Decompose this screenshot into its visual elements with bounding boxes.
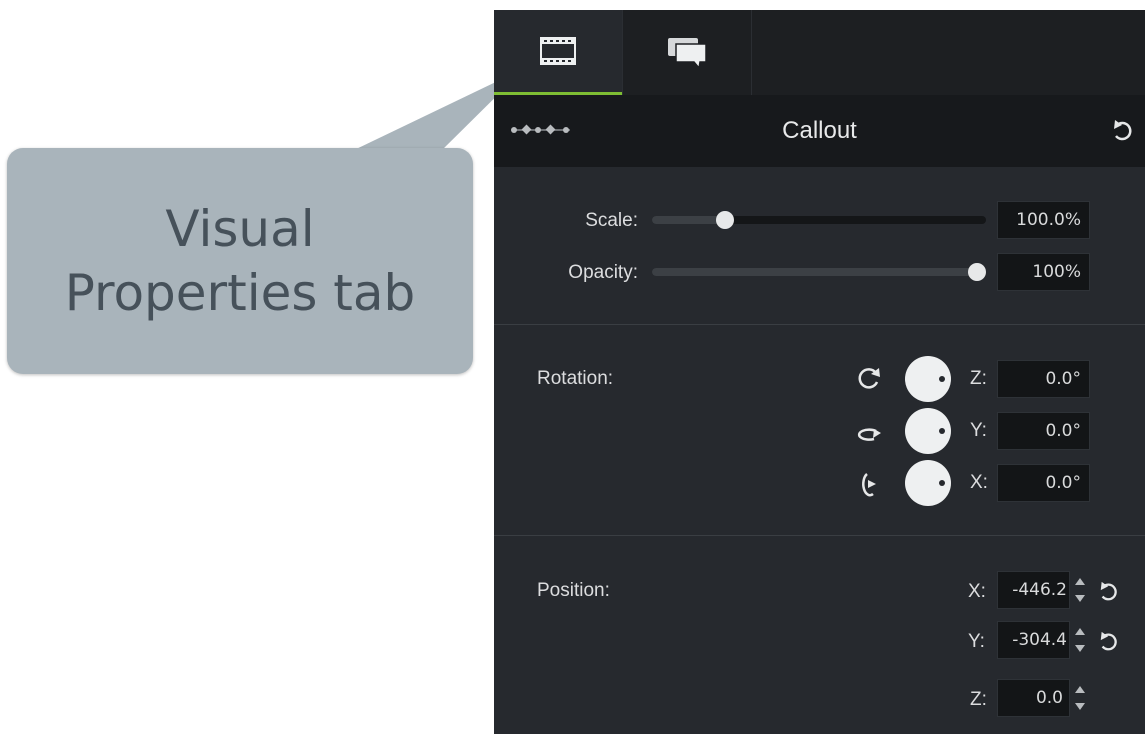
properties-title: Callout (782, 117, 857, 144)
scale-slider-thumb[interactable] (716, 211, 734, 229)
position-x-field[interactable]: -446.2 (997, 571, 1070, 609)
rotation-y-knob[interactable] (905, 408, 951, 454)
position-z-stepper[interactable] (1074, 679, 1086, 717)
opacity-slider-thumb[interactable] (968, 263, 986, 281)
scale-slider-fill (652, 216, 724, 224)
divider (494, 324, 1145, 325)
rotation-y-field[interactable]: 0.0° (997, 412, 1090, 450)
film-strip-icon (540, 37, 576, 65)
position-y-stepper[interactable] (1074, 621, 1086, 659)
rotation-z-label: Z: (970, 368, 987, 389)
opacity-field[interactable]: 100% (997, 253, 1090, 291)
position-y-label: Y: (968, 631, 985, 652)
rotation-label: Rotation: (537, 368, 614, 389)
rotate-y-icon (857, 428, 881, 441)
opacity-label: Opacity: (568, 262, 638, 283)
speech-bubble-icon (668, 37, 707, 70)
rotate-x-icon (862, 473, 876, 497)
properties-header: Callout (494, 95, 1145, 167)
callout-line-1: Visual (165, 200, 315, 258)
rotation-z-field[interactable]: 0.0° (997, 360, 1090, 398)
properties-panel: Callout Scale: 100.0% Opacity: 100% Rota… (494, 10, 1145, 734)
scale-label: Scale: (585, 210, 638, 231)
position-label: Position: (537, 580, 610, 601)
tab-bar (494, 10, 1145, 95)
rotation-x-knob[interactable] (905, 460, 951, 506)
opacity-slider-fill (652, 268, 976, 276)
position-x-stepper[interactable] (1074, 571, 1086, 609)
position-z-field[interactable]: 0.0 (997, 679, 1070, 717)
callout-text: Visual Properties tab (7, 148, 473, 374)
rotate-z-icon (858, 368, 880, 389)
position-x-reset-icon[interactable] (1098, 579, 1120, 603)
position-x-label: X: (968, 581, 986, 602)
rotation-x-field[interactable]: 0.0° (997, 464, 1090, 502)
divider (494, 535, 1145, 536)
callout-line-2: Properties tab (64, 264, 416, 322)
position-z-label: Z: (970, 689, 987, 710)
tab-visual-properties[interactable] (494, 10, 622, 95)
tab-annotation-properties[interactable] (622, 10, 752, 95)
position-y-field[interactable]: -304.4 (997, 621, 1070, 659)
reset-icon[interactable] (1111, 117, 1135, 143)
rotation-y-label: Y: (970, 420, 987, 441)
rotation-x-label: X: (970, 472, 988, 493)
scale-field[interactable]: 100.0% (997, 201, 1090, 239)
position-y-reset-icon[interactable] (1098, 629, 1120, 653)
rotation-z-knob[interactable] (905, 356, 951, 402)
